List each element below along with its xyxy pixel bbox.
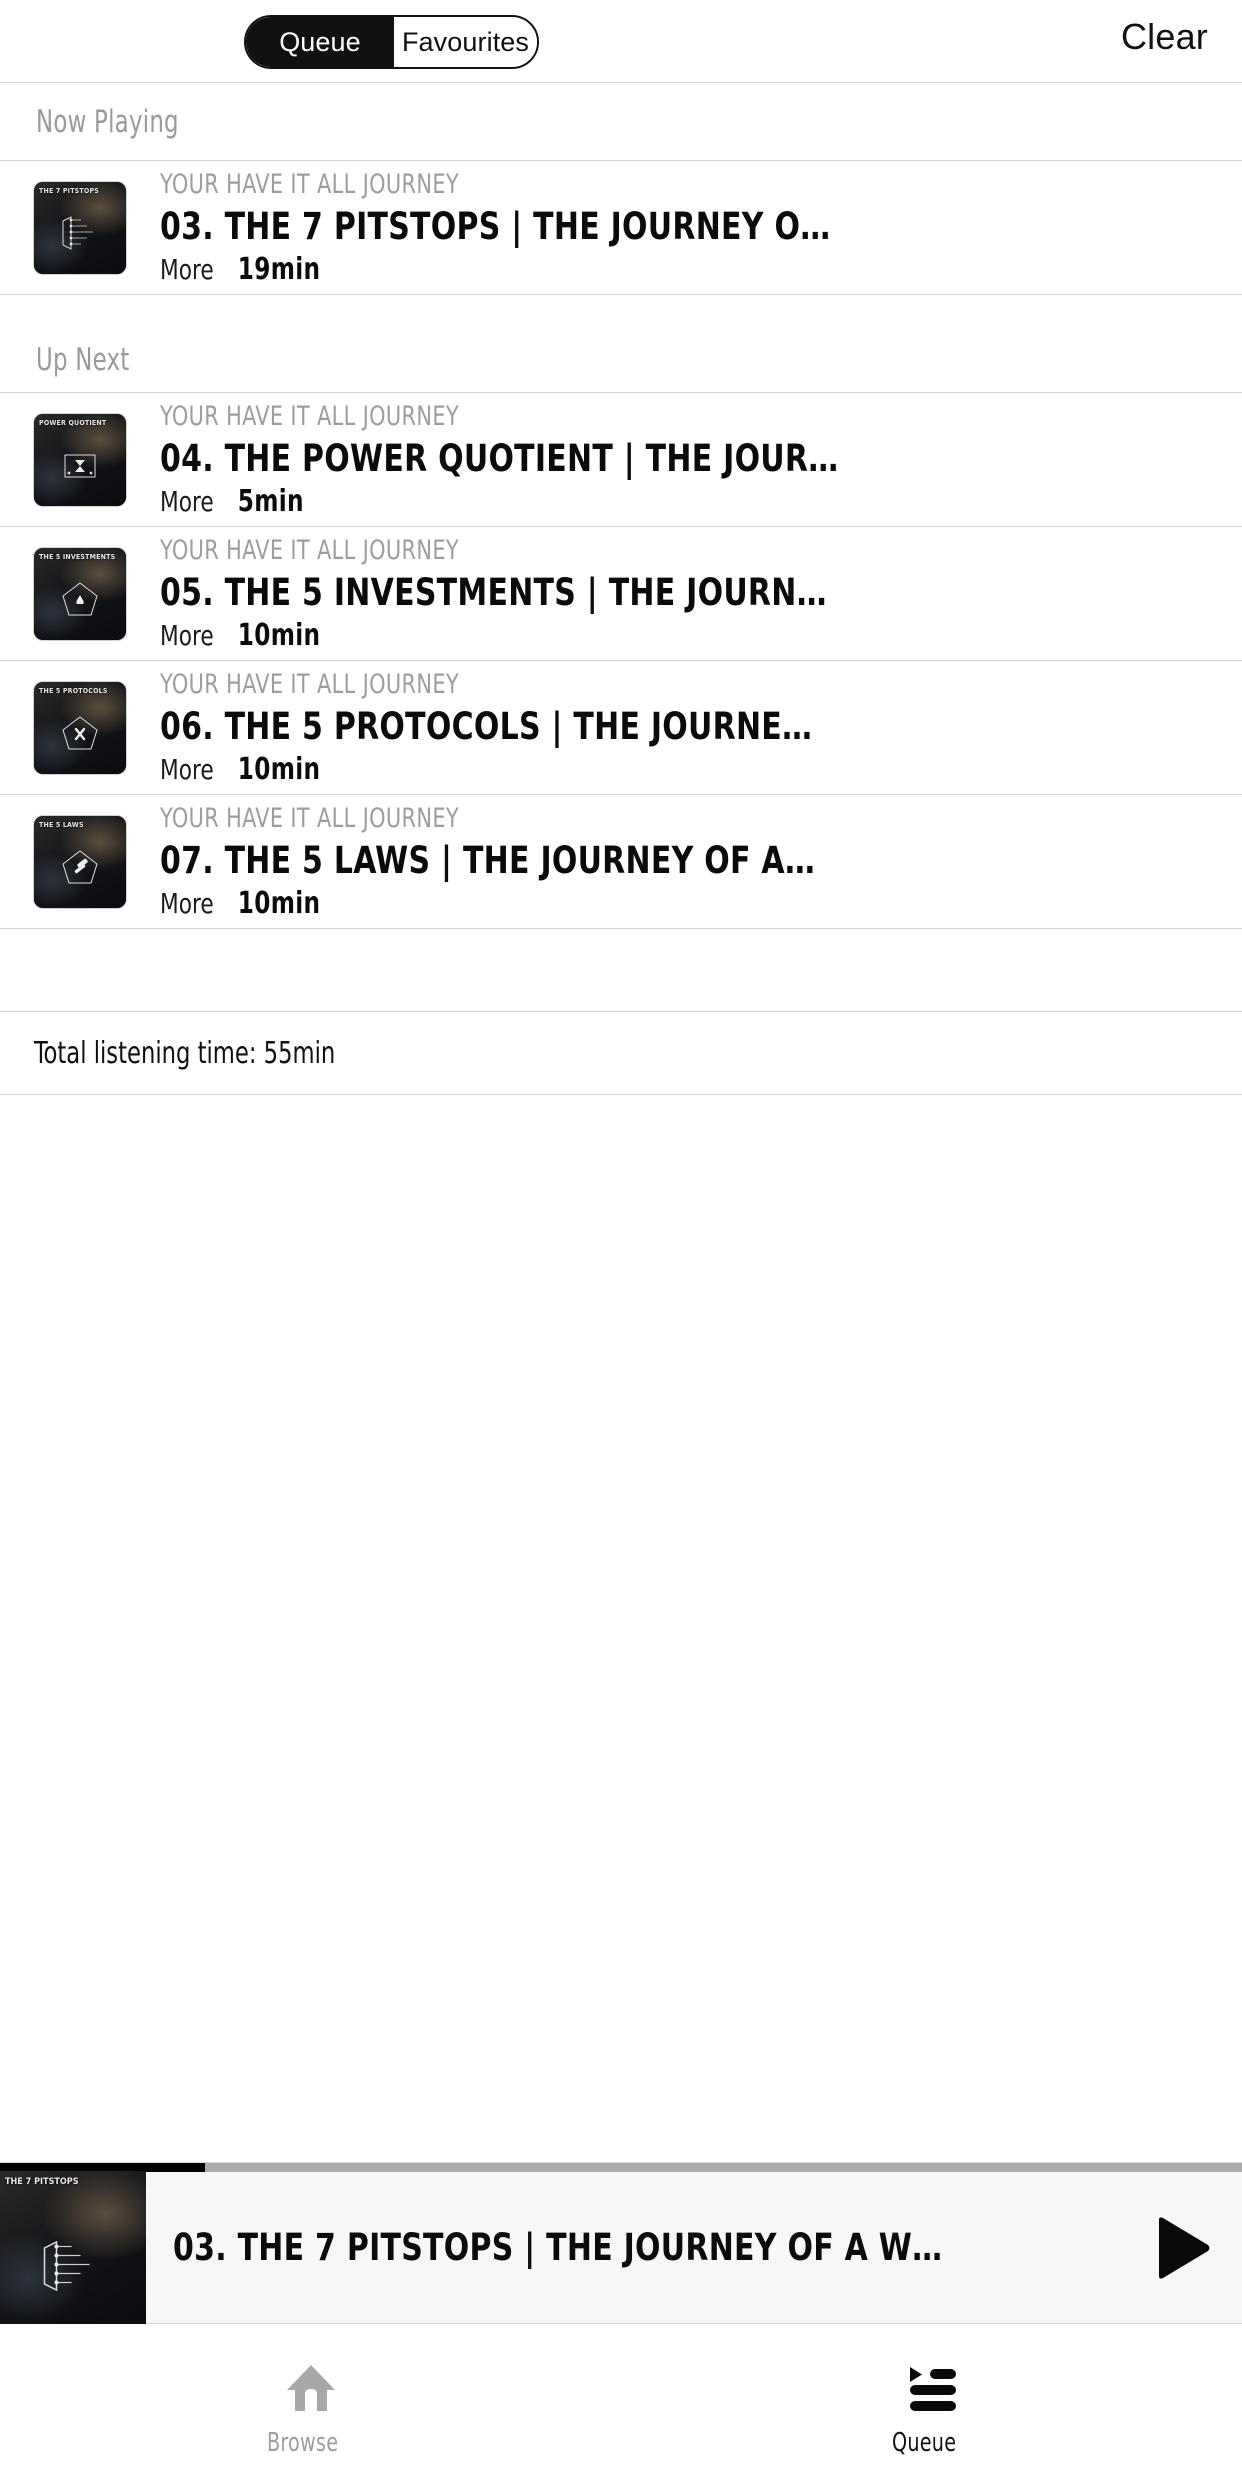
queue-empty-row — [0, 929, 1242, 1012]
track-meta: More 5min — [160, 484, 1075, 519]
album-artwork: THE 7 PITSTOPS — [34, 181, 126, 274]
section-header-up-next: Up Next — [0, 295, 1242, 393]
mini-player-title: 03. THE 7 PITSTOPS | THE JOURNEY OF A W… — [173, 2226, 943, 2269]
track-album: YOUR HAVE IT ALL JOURNEY — [160, 802, 459, 834]
artwork-caption: THE 5 LAWS — [39, 820, 84, 829]
track-text-block: YOUR HAVE IT ALL JOURNEY 03. THE 7 PITST… — [160, 169, 1242, 287]
mini-player-bar[interactable]: THE 7 PITSTOPS 03. THE 7 PITSTOPS | THE … — [0, 2162, 1242, 2324]
nav-item-browse[interactable]: Browse — [0, 2324, 621, 2484]
play-icon — [1153, 2215, 1213, 2281]
home-icon — [283, 2357, 339, 2419]
track-album: YOUR HAVE IT ALL JOURNEY — [160, 668, 459, 700]
tab-favourites[interactable]: Favourites — [394, 17, 537, 67]
pentagon-gavel-diagram-icon — [57, 845, 103, 889]
more-button[interactable]: More — [160, 253, 214, 286]
tab-queue-label: Queue — [279, 26, 361, 57]
header-bar: Queue Favourites Clear — [0, 0, 1242, 83]
more-button[interactable]: More — [160, 753, 214, 786]
album-artwork: POWER QUOTIENT — [34, 413, 126, 506]
track-text-block: YOUR HAVE IT ALL JOURNEY 07. THE 5 LAWS … — [160, 803, 1242, 921]
clear-button[interactable]: Clear — [1121, 16, 1208, 58]
more-button[interactable]: More — [160, 619, 214, 652]
album-artwork: THE 5 PROTOCOLS — [34, 681, 126, 774]
total-listening-time: Total listening time: 55min — [34, 1035, 336, 1071]
queue-favourites-segmented-control[interactable]: Queue Favourites — [244, 15, 539, 69]
track-duration: 19min — [237, 251, 321, 287]
nav-item-queue[interactable]: Queue — [621, 2324, 1242, 2484]
track-duration: 10min — [237, 617, 321, 653]
artwork-caption: POWER QUOTIENT — [39, 418, 107, 427]
queue-track-row[interactable]: THE 5 LAWS YOUR HAVE IT ALL JOURNEY 07. … — [0, 795, 1242, 929]
nav-label-browse: Browse — [267, 2427, 339, 2458]
track-title: 03. THE 7 PITSTOPS | THE JOURNEY O… — [160, 204, 831, 248]
track-title: 07. THE 5 LAWS | THE JOURNEY OF A… — [160, 838, 816, 882]
play-button[interactable] — [1124, 2215, 1242, 2281]
artwork-caption: THE 7 PITSTOPS — [5, 2177, 79, 2187]
track-duration: 5min — [237, 483, 304, 519]
track-title: 04. THE POWER QUOTIENT | THE JOUR… — [160, 436, 839, 480]
track-text-block: YOUR HAVE IT ALL JOURNEY 05. THE 5 INVES… — [160, 535, 1242, 653]
playback-progress-bar[interactable] — [0, 2163, 1242, 2172]
artwork-caption: THE 5 PROTOCOLS — [39, 686, 108, 695]
nav-label-queue: Queue — [892, 2427, 957, 2458]
track-meta: More 10min — [160, 752, 1075, 787]
artwork-caption: THE 7 PITSTOPS — [39, 186, 100, 195]
pentagon-diagram-icon — [57, 577, 103, 621]
bottom-navigation-bar: Browse Queue — [0, 2324, 1242, 2484]
track-album: YOUR HAVE IT ALL JOURNEY — [160, 400, 459, 432]
track-text-block: YOUR HAVE IT ALL JOURNEY 04. THE POWER Q… — [160, 401, 1242, 519]
artwork-caption: THE 5 INVESTMENTS — [39, 552, 116, 561]
more-button[interactable]: More — [160, 887, 214, 920]
now-playing-track-row[interactable]: THE 7 PITSTOPS YOUR HAVE IT ALL JOURNEY … — [0, 161, 1242, 295]
section-header-now-playing: Now Playing — [0, 83, 1242, 161]
queue-track-row[interactable]: THE 5 PROTOCOLS YOUR HAVE IT ALL JOURNEY… — [0, 661, 1242, 795]
track-meta: More 10min — [160, 886, 1075, 921]
track-title: 06. THE 5 PROTOCOLS | THE JOURNE… — [160, 704, 813, 748]
up-next-label: Up Next — [36, 342, 130, 378]
more-button[interactable]: More — [160, 485, 214, 518]
album-artwork: THE 5 LAWS — [34, 815, 126, 908]
mini-player-body: THE 7 PITSTOPS 03. THE 7 PITSTOPS | THE … — [0, 2171, 1242, 2324]
queue-track-row[interactable]: THE 5 INVESTMENTS YOUR HAVE IT ALL JOURN… — [0, 527, 1242, 661]
now-playing-label: Now Playing — [36, 103, 179, 140]
track-album: YOUR HAVE IT ALL JOURNEY — [160, 534, 459, 566]
pitstops-diagram-icon — [31, 2233, 109, 2299]
track-text-block: YOUR HAVE IT ALL JOURNEY 06. THE 5 PROTO… — [160, 669, 1242, 787]
pitstops-diagram-icon — [57, 211, 103, 255]
tab-favourites-label: Favourites — [401, 26, 530, 57]
content-filler — [0, 1095, 1242, 2155]
track-meta: More 10min — [160, 618, 1075, 653]
track-title: 05. THE 5 INVESTMENTS | THE JOURN… — [160, 570, 827, 614]
track-meta: More 19min — [160, 252, 1075, 287]
pentagon-x-diagram-icon — [57, 711, 103, 755]
total-listening-time-row: Total listening time: 55min — [0, 1012, 1242, 1095]
playlist-icon — [904, 2357, 960, 2419]
queue-track-row[interactable]: POWER QUOTIENT YOUR HAVE IT ALL JOURNEY … — [0, 393, 1242, 527]
track-duration: 10min — [237, 751, 321, 787]
track-duration: 10min — [237, 885, 321, 921]
mini-player-artwork: THE 7 PITSTOPS — [0, 2171, 146, 2324]
album-artwork: THE 5 INVESTMENTS — [34, 547, 126, 640]
tab-queue[interactable]: Queue — [246, 17, 394, 67]
hourglass-diagram-icon — [57, 443, 103, 487]
track-album: YOUR HAVE IT ALL JOURNEY — [160, 168, 459, 200]
